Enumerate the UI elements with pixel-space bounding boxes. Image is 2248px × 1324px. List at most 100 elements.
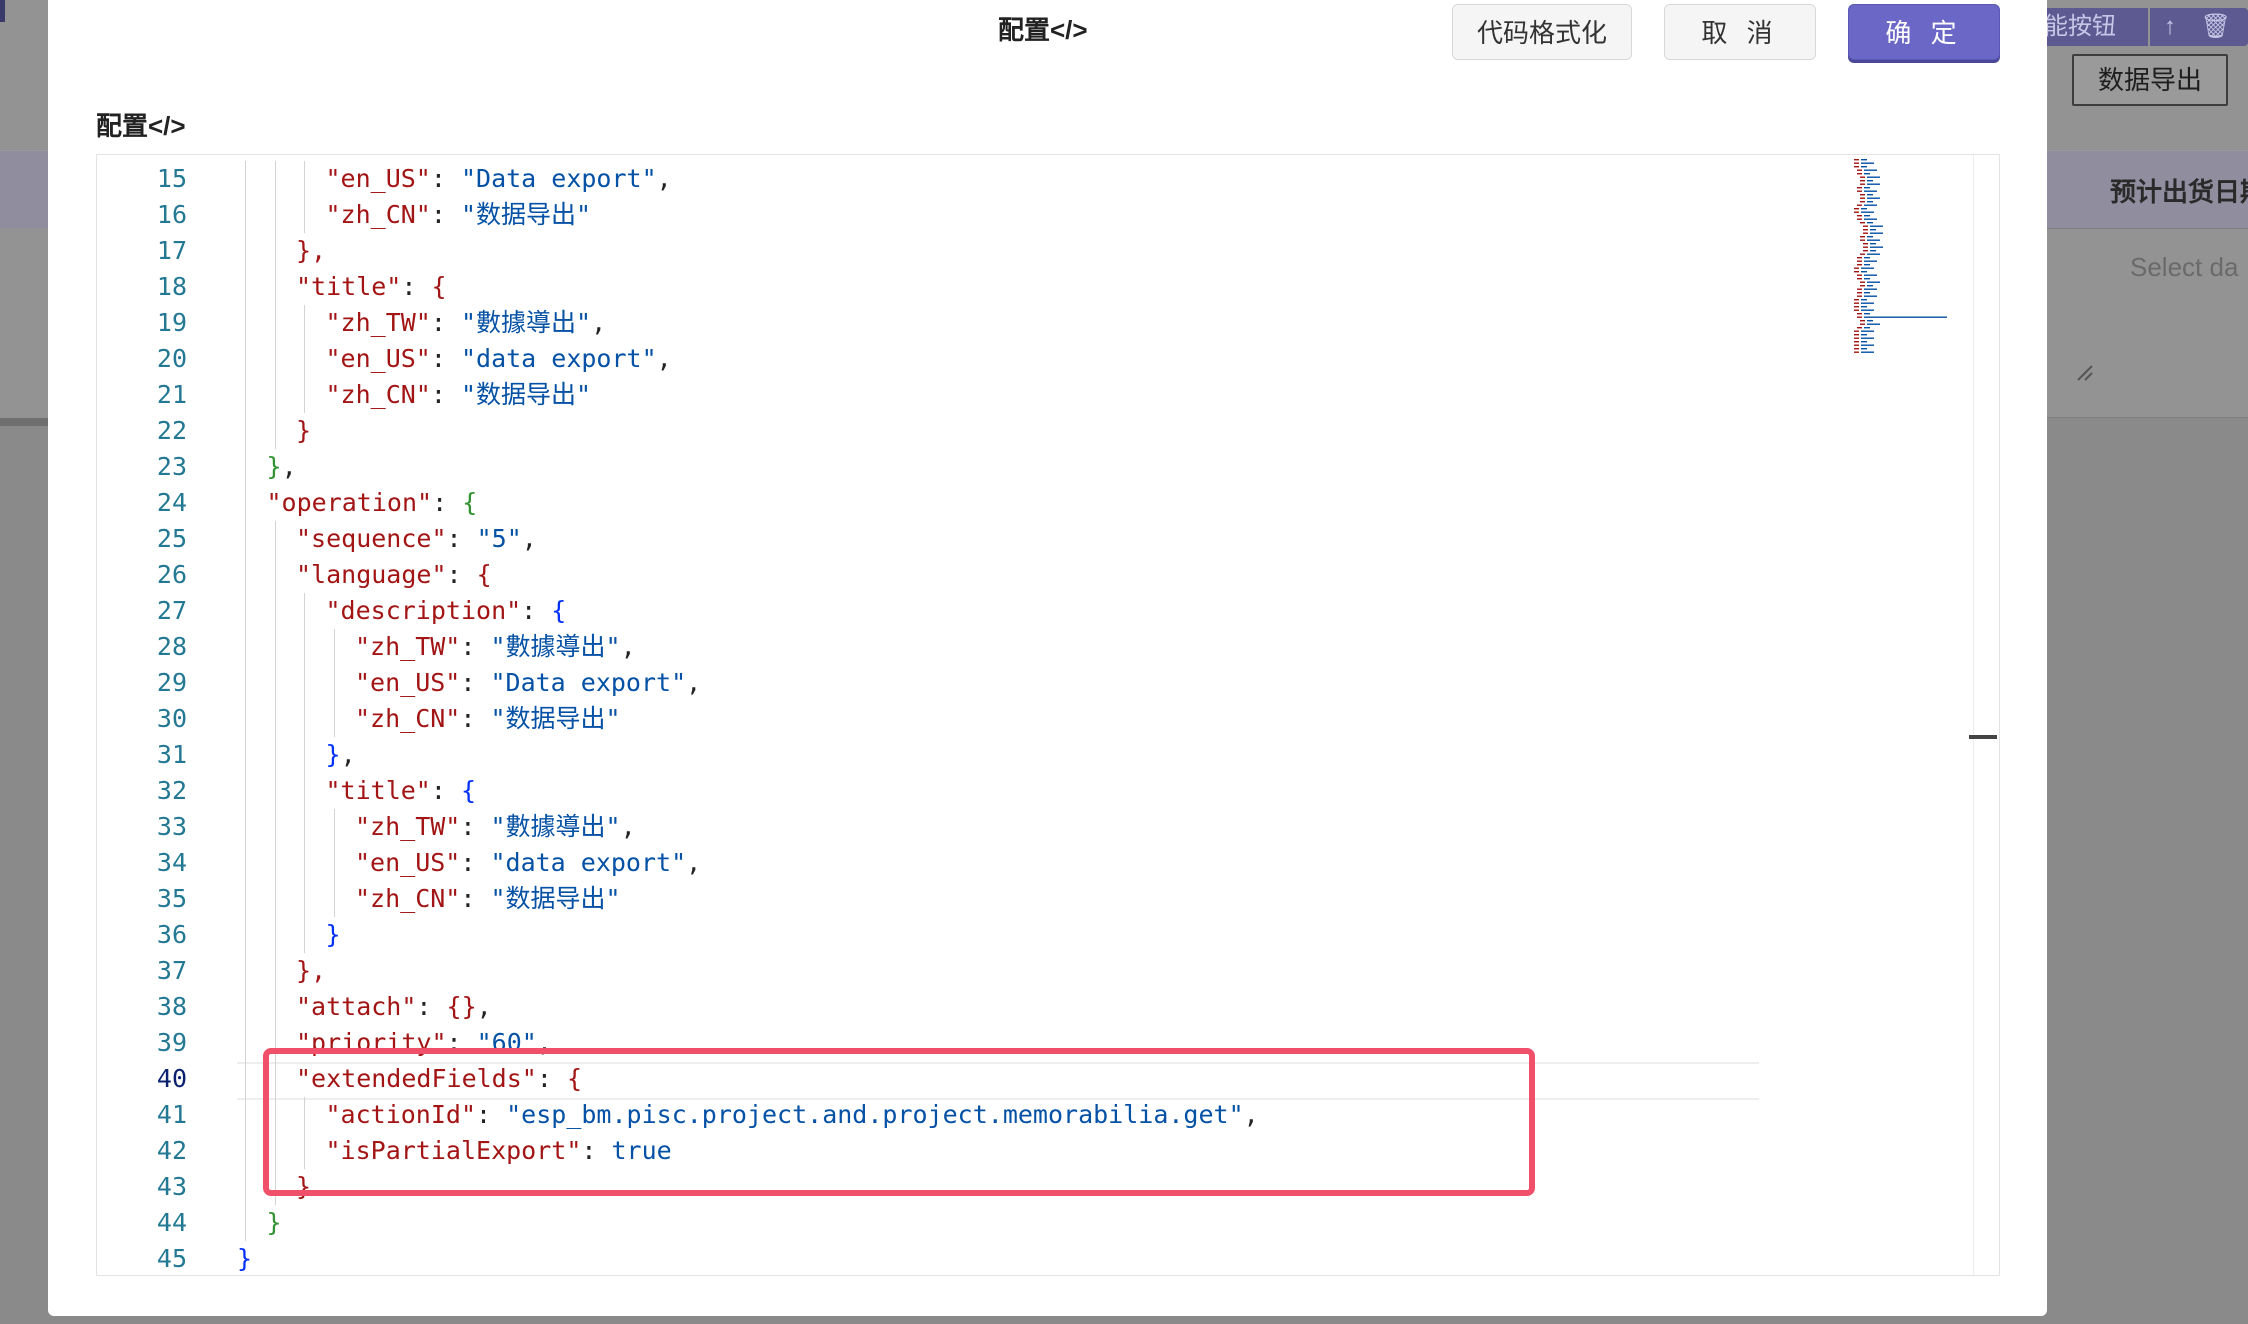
line-number: 43 — [156, 1172, 187, 1201]
code-token: "operation" — [266, 488, 433, 517]
code-line[interactable]: }, — [326, 737, 356, 773]
trash-icon[interactable]: 🗑 — [2201, 13, 2231, 40]
indent-guide — [245, 701, 246, 737]
indent-guide — [274, 917, 276, 953]
code-line[interactable]: } — [296, 413, 311, 449]
minimap-line — [1870, 243, 1876, 245]
code-line[interactable]: "zh_CN": "数据导出" — [355, 701, 621, 737]
line-number: 26 — [156, 560, 187, 589]
minimap-line — [1860, 239, 1865, 241]
code-line[interactable]: "en_US": "Data export", — [355, 665, 701, 701]
minimap-line — [1854, 166, 1859, 168]
indent-guide — [245, 665, 246, 701]
code-line[interactable]: "en_US": "Data export", — [326, 161, 672, 197]
minimap-line — [1864, 257, 1870, 259]
minimap-line — [1857, 292, 1862, 294]
minimap[interactable] — [1849, 157, 1989, 357]
minimap-line — [1864, 316, 1947, 318]
indent-guide — [245, 593, 246, 629]
code-line[interactable]: "zh_CN": "数据导出" — [355, 881, 621, 917]
line-number: 45 — [156, 1244, 187, 1273]
code-line[interactable]: "operation": { — [267, 485, 478, 521]
background-function-button-label: 能按钮 — [2044, 13, 2116, 40]
minimap-line — [1854, 337, 1859, 339]
code-line[interactable]: "language": { — [296, 557, 492, 593]
minimap-line — [1854, 159, 1859, 161]
minimap-line — [1867, 239, 1880, 241]
background-icon-buttons[interactable]: ↑ 🗑 — [2150, 8, 2248, 46]
code-line[interactable]: "zh_TW": "數據導出", — [355, 629, 636, 665]
code-line[interactable]: "en_US": "data export", — [326, 341, 672, 377]
line-number: 30 — [156, 704, 187, 733]
indent-guide — [245, 269, 246, 305]
code-line[interactable]: }, — [267, 449, 297, 485]
indent-guide — [245, 233, 246, 269]
arrow-up-icon[interactable]: ↑ — [2164, 13, 2176, 40]
code-line[interactable]: } — [326, 917, 341, 953]
vertical-scrollbar[interactable] — [1973, 155, 1999, 1275]
code-token: { — [551, 596, 567, 625]
confirm-button[interactable]: 确 定 — [1848, 4, 2000, 60]
code-line[interactable]: "zh_TW": "數據導出", — [355, 809, 636, 845]
code-line[interactable]: "sequence": "5", — [296, 521, 537, 557]
indent-guide — [245, 1169, 246, 1205]
code-token: , — [281, 452, 297, 481]
minimap-line — [1854, 309, 1859, 311]
minimap-line — [1861, 309, 1874, 311]
minimap-line — [1864, 169, 1877, 171]
minimap-line — [1867, 180, 1873, 182]
minimap-line — [1864, 295, 1877, 297]
code-line[interactable]: "en_US": "data export", — [355, 845, 701, 881]
line-number: 19 — [156, 308, 187, 337]
code-token: "data export" — [490, 848, 687, 877]
minimap-line — [1864, 260, 1877, 262]
minimap-line — [1854, 330, 1859, 332]
code-token: , — [340, 740, 356, 769]
minimap-line — [1861, 337, 1874, 339]
indent-guide — [245, 485, 246, 521]
cancel-button[interactable]: 取 消 — [1664, 4, 1816, 60]
indent-guide — [245, 1061, 246, 1097]
minimap-line — [1863, 250, 1868, 252]
scrollbar-position-marker — [1969, 735, 1997, 739]
code-token: }, — [296, 956, 327, 985]
minimap-line — [1857, 190, 1862, 192]
minimap-line — [1857, 187, 1862, 189]
code-line[interactable]: "title": { — [326, 773, 477, 809]
line-number: 38 — [156, 992, 187, 1021]
background-column-header: 预计出货日期 — [2110, 177, 2248, 207]
minimap-line — [1857, 169, 1862, 171]
background-function-button[interactable]: 能按钮 — [2030, 8, 2148, 46]
minimap-line — [1867, 253, 1880, 255]
minimap-line — [1857, 313, 1862, 315]
code-token: : — [460, 704, 491, 733]
code-line[interactable]: "zh_CN": "数据导出" — [326, 197, 592, 233]
minimap-line — [1857, 316, 1862, 318]
code-line[interactable]: "zh_CN": "数据导出" — [326, 377, 592, 413]
code-line[interactable]: "attach": {}, — [296, 989, 492, 1025]
indent-guide — [304, 197, 305, 233]
format-code-button[interactable]: 代码格式化 — [1452, 4, 1632, 60]
code-line[interactable]: "title": { — [296, 269, 447, 305]
minimap-line — [1857, 204, 1862, 206]
section-label: 配置</> — [96, 111, 186, 141]
minimap-line — [1854, 162, 1859, 164]
minimap-line — [1864, 292, 1870, 294]
background-export-button[interactable]: 数据导出 — [2072, 54, 2228, 106]
code-line[interactable]: }, — [296, 233, 326, 269]
minimap-line — [1864, 187, 1870, 189]
resize-handle-icon[interactable] — [2076, 364, 2094, 382]
code-token: } — [325, 740, 341, 769]
code-line[interactable]: }, — [296, 953, 326, 989]
minimap-line — [1854, 344, 1859, 346]
code-line[interactable]: "description": { — [326, 593, 567, 629]
code-line[interactable]: } — [237, 1241, 252, 1275]
minimap-line — [1861, 162, 1874, 164]
code-line[interactable]: } — [267, 1205, 282, 1241]
code-line[interactable]: "zh_TW": "數據導出", — [326, 305, 607, 341]
code-token: "sequence" — [296, 524, 447, 553]
code-token: : — [460, 668, 491, 697]
minimap-line — [1861, 330, 1874, 332]
code-token: } — [296, 416, 312, 445]
minimap-line — [1864, 218, 1877, 220]
